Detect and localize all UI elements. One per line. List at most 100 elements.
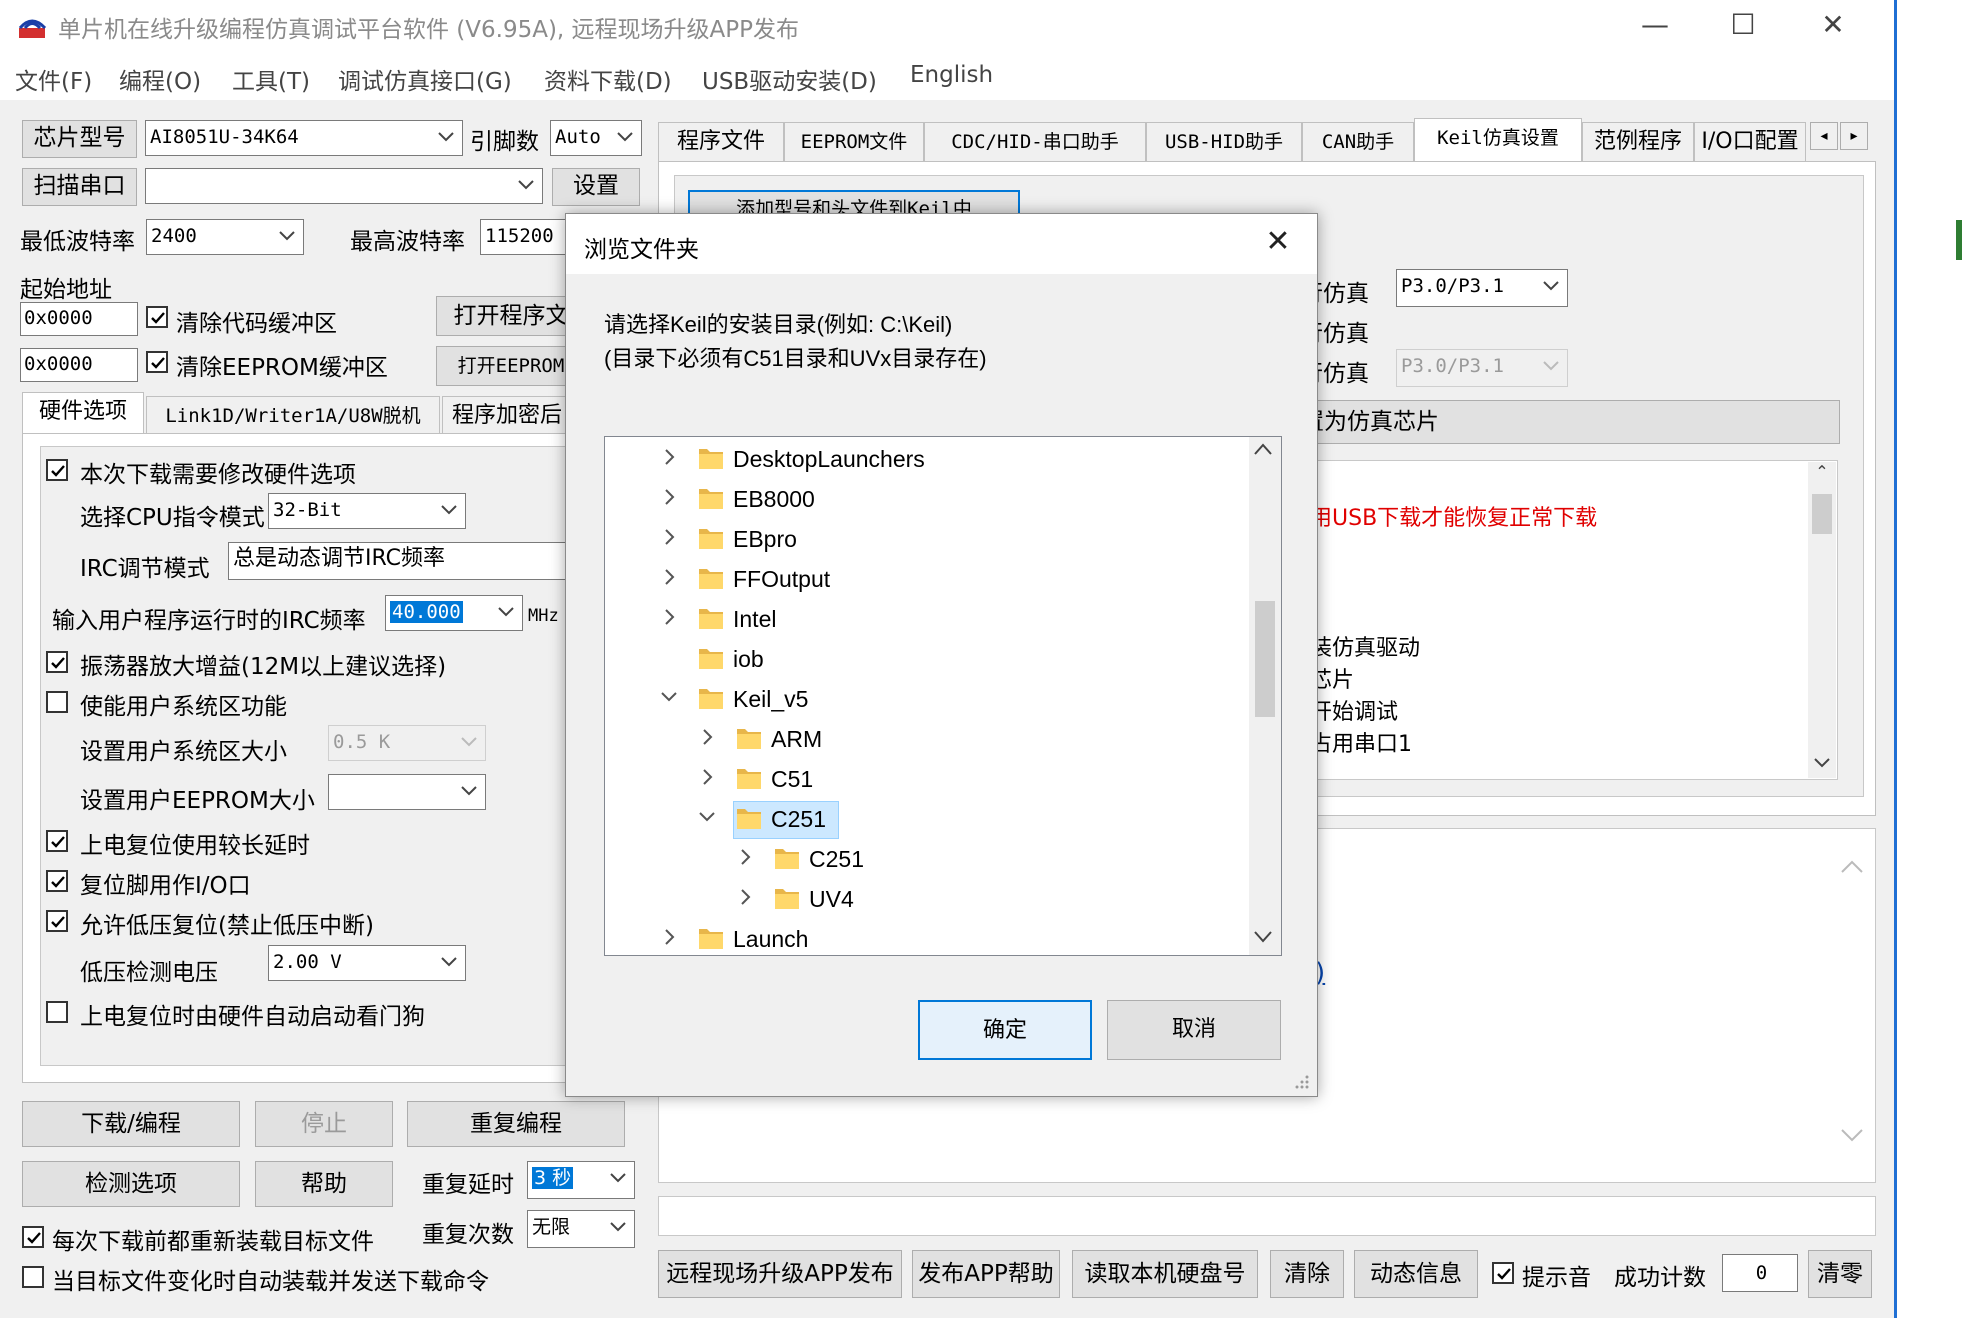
tree-scrollbar-thumb[interactable]: [1255, 601, 1275, 717]
tree-item[interactable]: C251: [605, 839, 1245, 879]
check-options-button[interactable]: 检测选项: [22, 1161, 240, 1207]
repeat-program-button[interactable]: 重复编程: [407, 1101, 625, 1147]
tab-hardware-options[interactable]: 硬件选项: [22, 392, 144, 434]
low-voltage-threshold-select[interactable]: 2.00 V: [268, 945, 466, 981]
irc-frequency-select[interactable]: 40.000: [385, 595, 523, 631]
auto-reload-checkbox[interactable]: [22, 1266, 44, 1288]
open-program-file-button[interactable]: 打开程序文: [436, 296, 586, 336]
stop-button[interactable]: 停止: [255, 1101, 393, 1147]
scrollbar-thumb[interactable]: [1812, 494, 1832, 534]
dynamic-info-button[interactable]: 动态信息: [1354, 1250, 1478, 1298]
tab-eeprom-file[interactable]: EEPROM文件: [784, 122, 924, 162]
oscillator-gain-checkbox[interactable]: [46, 651, 68, 673]
chevron-up-icon[interactable]: [1840, 858, 1870, 888]
download-program-button[interactable]: 下载/编程: [22, 1101, 240, 1147]
tab-usb-hid[interactable]: USB-HID助手: [1146, 122, 1302, 162]
chevron-right-icon[interactable]: [659, 527, 679, 547]
dialog-close-icon[interactable]: ✕: [1256, 220, 1300, 264]
simulation-port-1-select[interactable]: P3.0/P3.1: [1396, 269, 1568, 307]
info-scrollbar[interactable]: ⌃: [1808, 462, 1836, 778]
chevron-down-icon[interactable]: [1840, 1128, 1870, 1158]
chevron-up-icon[interactable]: [1253, 441, 1277, 465]
repeat-count-select[interactable]: 无限: [527, 1210, 635, 1248]
port-settings-button[interactable]: 设置: [552, 168, 640, 206]
user-system-area-checkbox[interactable]: [46, 691, 68, 713]
chevron-down-icon[interactable]: [659, 687, 679, 707]
reload-before-download-checkbox[interactable]: [22, 1226, 44, 1248]
set-simulation-chip-button[interactable]: 置为仿真芯片: [1290, 400, 1840, 444]
low-voltage-reset-checkbox[interactable]: [46, 910, 68, 932]
repeat-delay-select[interactable]: 3 秒: [527, 1161, 635, 1199]
open-eeprom-file-button[interactable]: 打开EEPROM: [436, 346, 586, 386]
tab-scroll-right-icon[interactable]: ▸: [1840, 122, 1868, 150]
close-button[interactable]: ✕: [1803, 8, 1863, 41]
tab-cdc-hid-serial[interactable]: CDC/HID-串口助手: [924, 122, 1146, 162]
eeprom-start-address-field[interactable]: 0x0000: [20, 348, 138, 382]
tab-examples[interactable]: 范例程序: [1582, 122, 1694, 162]
publish-app-button[interactable]: 远程现场升级APP发布: [658, 1250, 902, 1298]
user-system-size-select[interactable]: 0.5 K: [328, 725, 486, 761]
read-disk-id-button[interactable]: 读取本机硬盘号: [1072, 1250, 1258, 1298]
cpu-mode-select[interactable]: 32-Bit: [268, 493, 466, 529]
tree-item[interactable]: Keil_v5: [605, 679, 1245, 719]
tree-item[interactable]: Intel: [605, 599, 1245, 639]
chevron-right-icon[interactable]: [659, 447, 679, 467]
chevron-down-icon[interactable]: [1253, 929, 1277, 953]
chevron-right-icon[interactable]: [697, 767, 717, 787]
code-start-address-field[interactable]: 0x0000: [20, 302, 138, 336]
menu-program[interactable]: 编程(O): [119, 62, 201, 96]
clear-code-buffer-checkbox[interactable]: [146, 306, 168, 328]
tab-offline-writer[interactable]: Link1D/Writer1A/U8W脱机: [146, 396, 440, 434]
publish-app-help-button[interactable]: 发布APP帮助: [912, 1250, 1060, 1298]
tab-can-helper[interactable]: CAN助手: [1302, 122, 1414, 162]
chevron-right-icon[interactable]: [735, 887, 755, 907]
long-reset-delay-checkbox[interactable]: [46, 830, 68, 852]
reset-pin-io-checkbox[interactable]: [46, 870, 68, 892]
menu-tools[interactable]: 工具(T): [232, 62, 310, 96]
tree-item[interactable]: DesktopLaunchers: [605, 439, 1245, 479]
menu-usb-driver[interactable]: USB驱动安装(D): [702, 62, 877, 96]
irc-mode-select[interactable]: 总是动态调节IRC频率: [228, 542, 578, 580]
clear-log-button[interactable]: 清除: [1270, 1250, 1344, 1298]
minimize-button[interactable]: —: [1625, 8, 1685, 41]
tree-item[interactable]: ARM: [605, 719, 1245, 759]
tab-scroll-left-icon[interactable]: ◂: [1810, 122, 1838, 150]
simulation-port-3-select[interactable]: P3.0/P3.1: [1396, 349, 1568, 387]
help-button[interactable]: 帮助: [255, 1161, 393, 1207]
dialog-cancel-button[interactable]: 取消: [1107, 1000, 1281, 1060]
tree-item[interactable]: C251: [605, 799, 1245, 839]
auto-watchdog-checkbox[interactable]: [46, 1001, 68, 1023]
clear-eeprom-buffer-checkbox[interactable]: [146, 351, 168, 373]
tree-item[interactable]: EB8000: [605, 479, 1245, 519]
chevron-right-icon[interactable]: [659, 567, 679, 587]
tree-item[interactable]: EBpro: [605, 519, 1245, 559]
reset-count-button[interactable]: 清零: [1808, 1250, 1872, 1298]
min-baud-select[interactable]: 2400: [146, 219, 304, 255]
maximize-button[interactable]: ☐: [1713, 8, 1773, 41]
menu-file[interactable]: 文件(F): [15, 62, 92, 96]
max-baud-select[interactable]: 115200: [480, 219, 570, 255]
chevron-right-icon[interactable]: [735, 847, 755, 867]
menu-english[interactable]: English: [910, 62, 993, 88]
tab-encryption[interactable]: 程序加密后: [442, 396, 572, 434]
tab-program-file[interactable]: 程序文件: [658, 122, 784, 162]
tree-item[interactable]: iob: [605, 639, 1245, 679]
modify-hardware-checkbox[interactable]: [46, 459, 68, 481]
scan-port-button[interactable]: 扫描串口: [22, 168, 137, 206]
folder-tree-view[interactable]: DesktopLaunchers EB8000 EBpro FFOutput Intel…: [604, 436, 1282, 956]
sound-alert-checkbox[interactable]: [1492, 1262, 1514, 1284]
tree-item[interactable]: FFOutput: [605, 559, 1245, 599]
user-eeprom-size-select[interactable]: 1 K: [328, 774, 486, 810]
chevron-right-icon[interactable]: [659, 487, 679, 507]
tab-io-config[interactable]: I/O口配置: [1694, 122, 1806, 162]
tree-item[interactable]: UV4: [605, 879, 1245, 919]
tree-item[interactable]: Launch: [605, 919, 1245, 955]
menu-debug-interface[interactable]: 调试仿真接口(G): [338, 62, 512, 96]
tree-item[interactable]: C51: [605, 759, 1245, 799]
chevron-down-icon[interactable]: [697, 807, 717, 827]
resize-grip-icon[interactable]: [1292, 1072, 1310, 1090]
pin-count-select[interactable]: Auto: [550, 120, 642, 156]
tree-scrollbar[interactable]: [1249, 437, 1281, 955]
chip-model-select[interactable]: AI8051U-34K64: [145, 120, 463, 156]
tab-keil-simulation[interactable]: Keil仿真设置: [1414, 118, 1582, 162]
